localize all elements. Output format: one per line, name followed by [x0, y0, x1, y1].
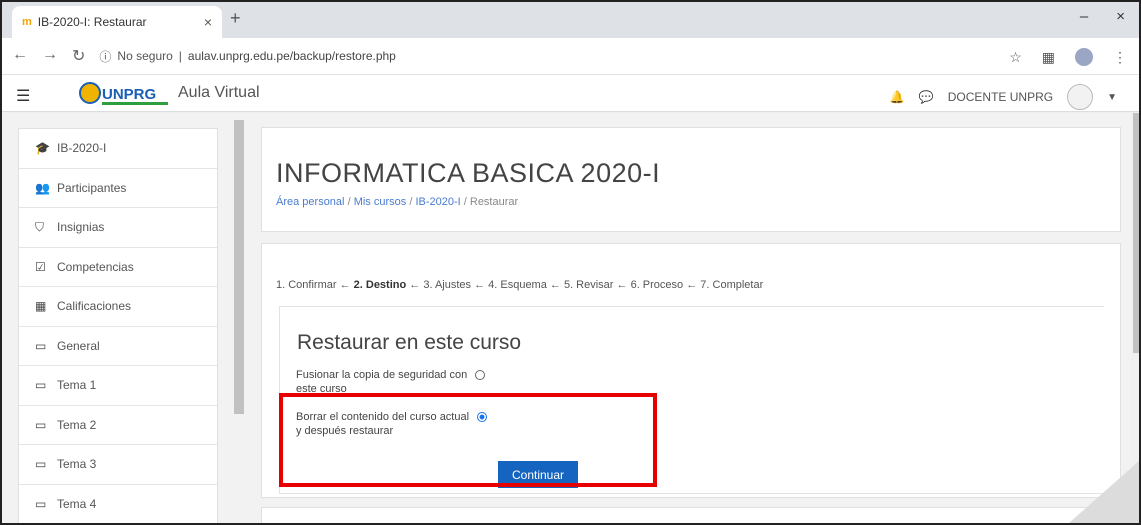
merge-radio[interactable] [475, 370, 486, 381]
checkbox-icon: ☑ [35, 259, 46, 274]
sidebar-item[interactable]: ▦ Calificaciones [19, 287, 217, 327]
sidebar-item-label: Tema 1 [57, 378, 97, 393]
shield-icon: ⛉ [35, 219, 45, 234]
folder-icon: ▭ [35, 378, 47, 393]
bell-icon[interactable]: 🔔 [890, 90, 905, 104]
sidebar-item-label: Calificaciones [57, 299, 132, 314]
sidebar-item-label: IB-2020-I [57, 141, 107, 156]
window-controls: – × [1080, 8, 1125, 25]
nav-buttons: ← → ↻ [12, 46, 85, 66]
folder-icon: ▭ [35, 457, 47, 472]
breadcrumb-item[interactable]: Mis cursos [354, 196, 407, 208]
brand-label[interactable]: Aula Virtual [178, 84, 260, 102]
sidebar-item-label: Insignias [57, 220, 105, 235]
sidebar-item[interactable]: ▭ Tema 4 [19, 485, 217, 524]
user-name[interactable]: DOCENTE UNPRG [948, 90, 1053, 104]
nav-drawer: 🎓 IB-2020-I 👥 Participantes ⛉ Insignias ☑ Compe… [18, 128, 218, 524]
page-curl [1069, 461, 1139, 523]
breadcrumb: Área personal / Mis cursos / IB-2020-I /… [276, 196, 518, 208]
browser-window: m IB-2020-I: Restaurar × + – × ← → ↻ ⓘ N… [0, 0, 1141, 525]
folder-icon: ▭ [35, 338, 47, 353]
sidebar-item-label: Participantes [57, 180, 127, 195]
breadcrumb-item[interactable]: Área personal [276, 196, 345, 208]
page-scrollbar-thumb[interactable] [1133, 113, 1139, 353]
unprg-logo[interactable]: UNPRG [78, 80, 174, 108]
current-step: 2. Destino [353, 279, 407, 291]
svg-text:UNPRG: UNPRG [102, 86, 156, 103]
sidebar-item[interactable]: ▭ General [19, 327, 217, 366]
sidebar-item[interactable]: ▭ Tema 3 [19, 445, 217, 485]
sidebar-item-label: Tema 2 [57, 417, 97, 432]
chat-icon[interactable]: 💬 [919, 90, 934, 104]
breadcrumb-item[interactable]: IB-2020-I [415, 196, 460, 208]
tab-title: IB-2020-I: Restaurar [37, 15, 147, 29]
page-header-card: INFORMATICA BASICA 2020-I Área personal … [261, 127, 1121, 232]
address-bar-row: ← → ↻ ⓘ No seguro | aulav.unprg.edu.pe/b… [2, 38, 1139, 75]
section-title: Restaurar en este curso [297, 331, 522, 354]
caret-down-icon[interactable]: ▼ [1107, 92, 1117, 103]
url-field[interactable]: ⓘ No seguro | aulav.unprg.edu.pe/backup/… [99, 48, 395, 65]
star-icon[interactable]: ☆ [1009, 49, 1022, 66]
graduation-cap-icon: 🎓 [35, 141, 50, 156]
table-icon: ▦ [35, 299, 47, 314]
next-card [261, 507, 1121, 523]
breadcrumb-item: Restaurar [469, 196, 519, 208]
page-title: INFORMATICA BASICA 2020-I [276, 158, 661, 188]
moodle-favicon-icon: m [22, 16, 32, 28]
sidebar-item[interactable]: 👥 Participantes [19, 169, 217, 208]
site-navbar: ☰ UNPRG Aula Virtual 🔔 💬 DOCENTE UNPRG ▼ [2, 76, 1139, 112]
sidebar-item-label: General [57, 338, 100, 353]
sidebar-item[interactable]: ⛉ Insignias [19, 208, 217, 248]
window-close-button[interactable]: × [1116, 8, 1125, 25]
sidebar-item[interactable]: 🎓 IB-2020-I [19, 129, 217, 169]
more-icon[interactable]: ⋮ [1113, 49, 1127, 66]
user-avatar[interactable] [1067, 84, 1094, 110]
users-icon: 👥 [35, 180, 50, 195]
steps-after: ← 3. Ajustes ← 4. Esquema ← 5. Revisar ←… [406, 279, 764, 291]
sidebar-item-label: Competencias [57, 259, 134, 274]
url-separator: | [178, 49, 182, 63]
restore-progress: 1. Confirmar ← 2. Destino ← 3. Ajustes ←… [276, 279, 763, 291]
sidebar-item[interactable]: ▭ Tema 2 [19, 406, 217, 445]
forward-icon[interactable]: → [42, 46, 58, 66]
folder-icon: ▭ [35, 496, 47, 511]
drawer-scrollbar[interactable] [234, 120, 244, 414]
merge-option-label: Fusionar la copia de seguridad con [296, 369, 468, 381]
minimize-button[interactable]: – [1080, 8, 1088, 25]
browser-tab[interactable]: m IB-2020-I: Restaurar × [12, 6, 222, 38]
merge-option[interactable]: Fusionar la copia de seguridad con este … [296, 368, 486, 396]
profile-avatar[interactable] [1075, 48, 1093, 66]
extension-icon[interactable]: ▦ [1042, 49, 1055, 66]
user-area: 🔔 💬 DOCENTE UNPRG ▼ [890, 84, 1117, 110]
menu-icon[interactable]: ☰ [16, 86, 30, 106]
highlight-box [279, 393, 657, 487]
steps-before: 1. Confirmar ← [276, 279, 354, 291]
sidebar-item-label: Tema 3 [57, 457, 97, 472]
browser-toolbar-right: ☆ ▦ ⋮ [1009, 48, 1127, 66]
sidebar-item-label: Tema 4 [57, 496, 97, 511]
sidebar-item[interactable]: ▭ Tema 1 [19, 366, 217, 406]
url-text[interactable]: aulav.unprg.edu.pe/backup/restore.php [188, 49, 396, 63]
tab-close-button[interactable]: × [204, 14, 212, 30]
info-icon[interactable]: ⓘ [99, 48, 111, 65]
tab-strip: m IB-2020-I: Restaurar × + – × [2, 2, 1139, 38]
folder-icon: ▭ [35, 417, 47, 432]
not-secure-label: No seguro [117, 49, 173, 63]
reload-icon[interactable]: ↻ [72, 46, 85, 66]
back-icon[interactable]: ← [12, 46, 28, 66]
sidebar-item[interactable]: ☑ Competencias [19, 248, 217, 287]
new-tab-button[interactable]: + [230, 8, 241, 29]
